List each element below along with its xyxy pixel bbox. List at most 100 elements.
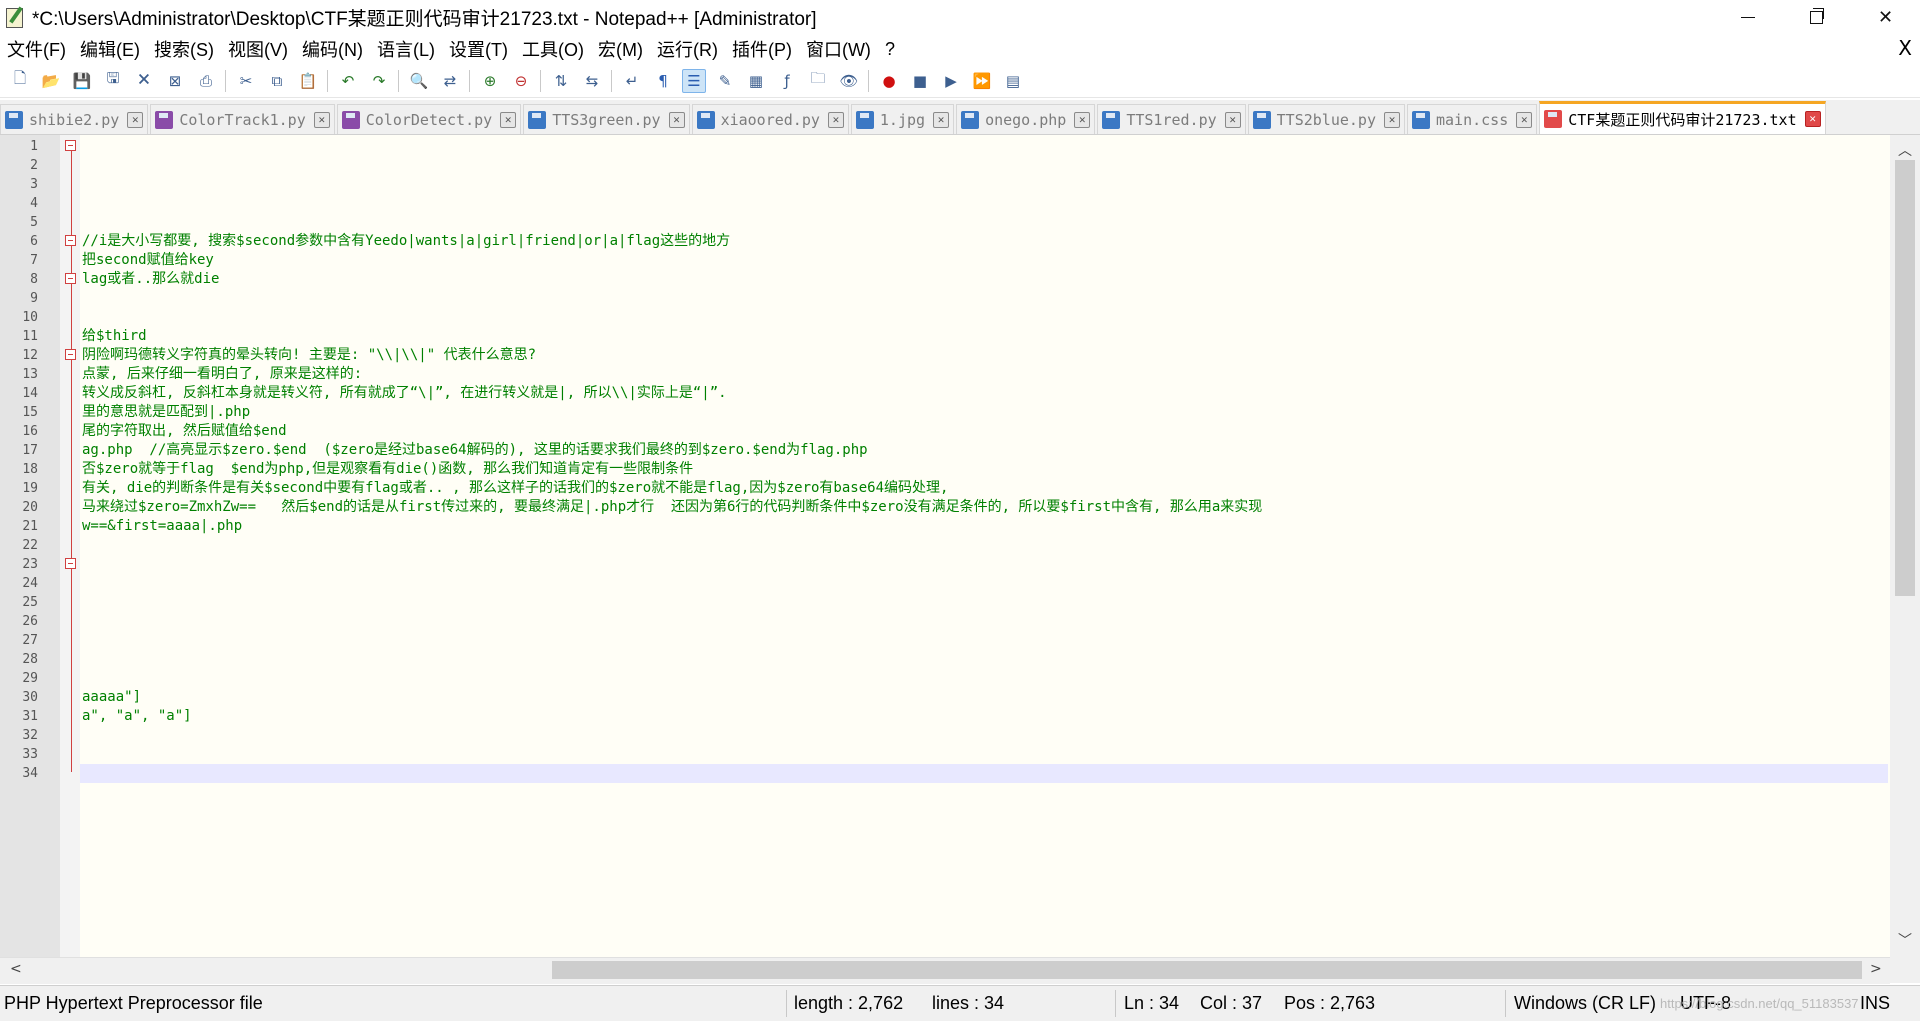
tab-close-icon[interactable]: ✕	[827, 111, 844, 128]
vertical-scroll-thumb[interactable]	[1895, 160, 1915, 596]
document-map-icon[interactable]: ▦	[744, 69, 768, 93]
tab-document[interactable]: TTS1red.py ✕	[1097, 104, 1246, 134]
paste-icon[interactable]: 📋	[296, 69, 320, 93]
tab-close-icon[interactable]: ✕	[933, 111, 950, 128]
word-wrap-icon[interactable]: ↵	[620, 69, 644, 93]
tab-close-icon[interactable]: ✕	[1804, 111, 1821, 127]
tab-close-icon[interactable]: ✕	[1516, 111, 1533, 128]
close-all-icon[interactable]: ⊠	[163, 69, 187, 93]
text-area[interactable]: //i是大小写都要, 搜索$second参数中含有Yeedo|wants|a|g…	[80, 135, 1890, 957]
tab-document[interactable]: ColorTrack1.py ✕	[150, 104, 335, 134]
horizontal-scroll-thumb[interactable]	[552, 961, 1862, 979]
code-line[interactable]: 阴险啊玛德转义字符真的晕头转向! 主要是: "\\|\\|" 代表什么意思?	[82, 346, 536, 365]
notepadpp-app-icon[interactable]	[4, 6, 26, 28]
play-macro-icon[interactable]: ▶	[939, 69, 963, 93]
run-macro-multiple-icon[interactable]: ⏩	[970, 69, 994, 93]
menu-item[interactable]: 插件(P)	[725, 36, 799, 62]
menu-item[interactable]: 设置(T)	[442, 36, 515, 62]
tab-document[interactable]: CTF某题正则代码审计21723.txt ✕	[1539, 101, 1826, 134]
save-all-icon[interactable]: 🖫	[101, 69, 125, 93]
fold-toggle-icon[interactable]	[65, 273, 76, 284]
restore-button[interactable]	[1782, 0, 1851, 34]
find-icon[interactable]: 🔍	[407, 69, 431, 93]
fold-toggle-icon[interactable]	[65, 558, 76, 569]
tab-document[interactable]: onego.php ✕	[956, 104, 1096, 134]
fold-toggle-icon[interactable]	[65, 349, 76, 360]
code-line[interactable]: 给$third	[82, 327, 147, 346]
sync-horizontal-icon[interactable]: ⇆	[580, 69, 604, 93]
scroll-up-icon[interactable]: ︿	[1898, 140, 1912, 160]
copy-icon[interactable]: ⧉	[265, 69, 289, 93]
tab-document[interactable]: 1.jpg ✕	[850, 104, 955, 134]
tab-close-icon[interactable]: ✕	[313, 111, 330, 128]
tab-document[interactable]: ColorDetect.py ✕	[336, 104, 522, 134]
code-line[interactable]: a", "a", "a"]	[82, 707, 192, 726]
tab-close-icon[interactable]: ✕	[127, 111, 144, 128]
scroll-right-icon[interactable]: >	[1870, 961, 1882, 977]
fold-toggle-icon[interactable]	[65, 235, 76, 246]
zoom-out-icon[interactable]: ⊖	[509, 69, 533, 93]
tab-document[interactable]: TTS2blue.py ✕	[1247, 104, 1405, 134]
code-line[interactable]: w==&first=aaaa|.php	[82, 517, 242, 536]
code-line[interactable]: ag.php //高亮显示$zero.$end ($zero是经过base64解…	[82, 441, 868, 460]
scroll-left-icon[interactable]: <	[10, 961, 22, 977]
function-list-icon[interactable]: ƒ	[775, 69, 799, 93]
open-file-icon[interactable]: 📂	[39, 69, 63, 93]
close-document-button[interactable]: X	[1898, 36, 1912, 60]
tab-close-icon[interactable]: ✕	[1074, 111, 1091, 128]
code-line[interactable]: 里的意思就是匹配到|.php	[82, 403, 250, 422]
replace-icon[interactable]: ⇄	[438, 69, 462, 93]
code-line[interactable]: 点蒙, 后来仔细一看明白了, 原来是这样的:	[82, 365, 362, 384]
menu-item[interactable]: ?	[878, 39, 902, 60]
close-icon[interactable]: 🗙	[132, 69, 156, 93]
code-line[interactable]: 尾的字符取出, 然后赋值给$end	[82, 422, 287, 441]
folder-workspace-icon[interactable]: 🗀	[806, 69, 830, 93]
menu-item[interactable]: 工具(O)	[515, 36, 591, 62]
tab-close-icon[interactable]: ✕	[668, 111, 685, 128]
fold-margin[interactable]	[60, 135, 80, 957]
print-icon[interactable]: ⎙	[194, 69, 218, 93]
tab-close-icon[interactable]: ✕	[500, 111, 517, 128]
zoom-in-icon[interactable]: ⊕	[478, 69, 502, 93]
tab-document[interactable]: TTS3green.py ✕	[523, 104, 690, 134]
scroll-down-icon[interactable]: ﹀	[1898, 930, 1912, 950]
menu-item[interactable]: 文件(F)	[0, 36, 73, 62]
code-line[interactable]: 否$zero就等于flag $end为php,但是观察看有die()函数, 那么…	[82, 460, 693, 479]
tab-document[interactable]: main.css ✕	[1407, 104, 1538, 134]
menu-item[interactable]: 视图(V)	[221, 36, 295, 62]
sync-vertical-icon[interactable]: ⇅	[549, 69, 573, 93]
redo-icon[interactable]: ↷	[367, 69, 391, 93]
code-line[interactable]: 把second赋值给key	[82, 251, 214, 270]
menu-item[interactable]: 语言(L)	[370, 36, 442, 62]
code-line[interactable]: 有关, die的判断条件是有关$second中要有flag或者.. , 那么这样…	[82, 479, 948, 498]
close-window-button[interactable]: ✕	[1851, 0, 1920, 34]
editor[interactable]: //i是大小写都要, 搜索$second参数中含有Yeedo|wants|a|g…	[0, 135, 1920, 957]
save-macro-icon[interactable]: ▤	[1001, 69, 1025, 93]
code-line[interactable]: 转义成反斜杠, 反斜杠本身就是转义符, 所有就成了“\|”, 在进行转义就是|,…	[82, 384, 727, 403]
monitor-icon[interactable]: 👁	[837, 69, 861, 93]
indent-guide-icon[interactable]: ☰	[682, 68, 706, 93]
code-line[interactable]: aaaaa"]	[82, 688, 141, 707]
fold-toggle-icon[interactable]	[65, 140, 76, 151]
tab-close-icon[interactable]: ✕	[1224, 111, 1241, 128]
menu-item[interactable]: 窗口(W)	[799, 36, 878, 62]
save-icon[interactable]: 💾	[70, 69, 94, 93]
tab-close-icon[interactable]: ✕	[1384, 111, 1400, 128]
show-all-chars-icon[interactable]: ¶	[651, 69, 675, 93]
menu-item[interactable]: 搜索(S)	[147, 36, 221, 62]
code-line[interactable]: 马来绕过$zero=ZmxhZw== 然后$end的话是从first传过来的, …	[82, 498, 1262, 517]
new-file-icon[interactable]: 🗋	[8, 69, 32, 93]
menu-item[interactable]: 宏(M)	[591, 36, 650, 62]
undo-icon[interactable]: ↶	[336, 69, 360, 93]
code-line[interactable]: //i是大小写都要, 搜索$second参数中含有Yeedo|wants|a|g…	[82, 232, 730, 251]
record-macro-icon[interactable]: ●	[877, 69, 901, 93]
tab-document[interactable]: shibie2.py ✕	[0, 104, 149, 134]
menu-item[interactable]: 运行(R)	[650, 36, 725, 62]
user-defined-lang-icon[interactable]: ✎	[713, 69, 737, 93]
menu-item[interactable]: 编码(N)	[295, 36, 370, 62]
cut-icon[interactable]: ✂	[234, 69, 258, 93]
stop-macro-icon[interactable]: ■	[908, 69, 932, 93]
code-line[interactable]: lag或者..那么就die	[82, 270, 219, 289]
tab-document[interactable]: xiaoored.py ✕	[691, 104, 849, 134]
minimize-button[interactable]	[1713, 0, 1782, 34]
